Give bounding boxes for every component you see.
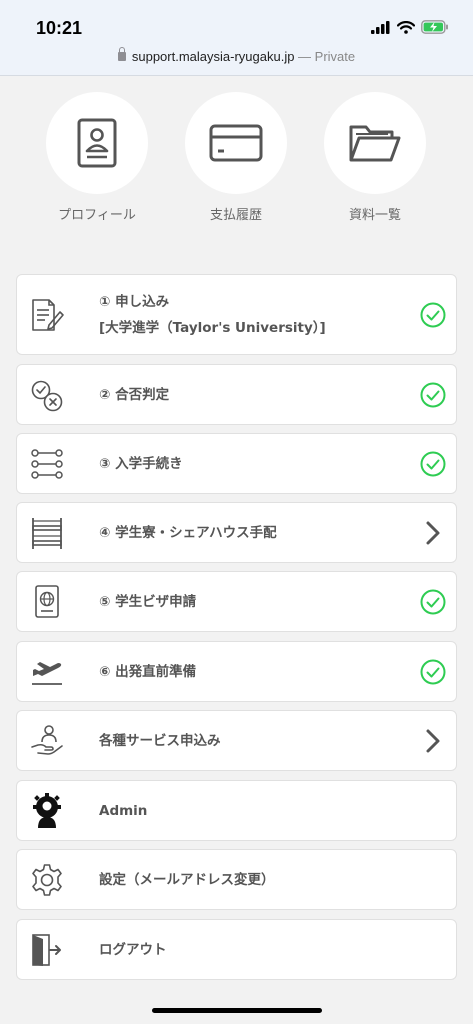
document-edit-icon (32, 298, 64, 331)
menu-item-departure-prep-label: ⑥ 出発直前準備 (99, 663, 197, 680)
steps-flow-icon (31, 448, 63, 479)
check-circle-icon (420, 589, 446, 614)
profile-card-icon (77, 118, 117, 168)
logout-door-icon (32, 933, 61, 966)
check-circle-icon (420, 302, 446, 327)
menu-item-dormitory[interactable]: ④ 学生寮・シェアハウス手配 (16, 502, 457, 563)
lock-icon (117, 47, 126, 61)
home-indicator[interactable] (152, 1008, 322, 1013)
menu-item-application-line1: ① 申し込み (99, 293, 170, 310)
airplane-takeoff-icon (32, 661, 62, 685)
chevron-right-icon (426, 729, 440, 752)
chevron-right-icon (426, 521, 440, 544)
menu-item-services[interactable]: 各種サービス申込み (16, 710, 457, 771)
menu-item-enrollment[interactable]: ③ 入学手続き (16, 433, 457, 494)
shortcut-payment-history[interactable]: 支払履歴 (185, 92, 287, 232)
menu-item-admin-label: Admin (99, 802, 148, 819)
shortcut-documents-circle[interactable] (324, 92, 426, 194)
status-time: 10:21 (36, 18, 83, 38)
pass-fail-icon (31, 380, 63, 411)
passport-icon (35, 584, 59, 618)
shortcut-profile-circle[interactable] (46, 92, 148, 194)
shortcut-documents[interactable]: 資料一覧 (324, 92, 426, 232)
menu-item-admission-result[interactable]: ② 合否判定 (16, 364, 457, 425)
wifi-icon (397, 20, 415, 34)
hand-service-icon (31, 724, 63, 755)
battery-charging-icon (421, 20, 448, 34)
gear-icon (32, 863, 62, 896)
status-icons (371, 20, 449, 34)
menu-item-logout-label: ログアウト (99, 941, 167, 958)
address-bar[interactable]: support.malaysia-ryugaku.jp — Private (0, 47, 473, 64)
menu-item-application-line2: [大学進学（Taylor's University）] (99, 319, 326, 336)
menu-item-settings-label: 設定（メールアドレス変更） (99, 871, 275, 888)
menu-item-application[interactable]: ① 申し込み [大学進学（Taylor's University）] (16, 274, 457, 355)
menu-item-admin[interactable]: Admin (16, 780, 457, 841)
admin-user-gear-icon (33, 792, 61, 828)
menu-item-services-label: 各種サービス申込み (99, 732, 221, 749)
menu-item-admission-result-label: ② 合否判定 (99, 386, 170, 403)
shortcut-profile-label: プロフィール (58, 208, 136, 223)
private-mode-label: Private (314, 49, 356, 64)
url-separator: — (294, 49, 315, 64)
menu-item-logout[interactable]: ログアウト (16, 919, 457, 980)
check-circle-icon (420, 382, 446, 407)
check-circle-icon (420, 451, 446, 476)
shortcut-profile[interactable]: プロフィール (46, 92, 148, 232)
menu-item-student-visa-label: ⑤ 学生ビザ申請 (99, 593, 197, 610)
url-text: support.malaysia-ryugaku.jp (131, 49, 295, 64)
shortcut-documents-label: 資料一覧 (348, 208, 401, 223)
signal-icon (371, 20, 390, 34)
bunk-bed-icon (32, 517, 62, 549)
check-circle-icon (420, 659, 446, 684)
menu-item-enrollment-label: ③ 入学手続き (99, 455, 183, 472)
menu-item-dormitory-label: ④ 学生寮・シェアハウス手配 (99, 524, 277, 541)
menu-item-departure-prep[interactable]: ⑥ 出発直前準備 (16, 641, 457, 702)
menu-item-settings[interactable]: 設定（メールアドレス変更） (16, 849, 457, 910)
menu-item-application-label: ① 申し込み [大学進学（Taylor's University）] (99, 289, 326, 341)
menu-item-student-visa[interactable]: ⑤ 学生ビザ申請 (16, 571, 457, 632)
browser-top-bar: 10:21 support.malaysia-ryugaku.jp — Priv… (0, 0, 473, 76)
credit-card-icon (209, 124, 263, 162)
shortcut-payment-circle[interactable] (185, 92, 287, 194)
shortcut-payment-label: 支払履歴 (209, 208, 262, 223)
folder-icon (349, 125, 401, 162)
